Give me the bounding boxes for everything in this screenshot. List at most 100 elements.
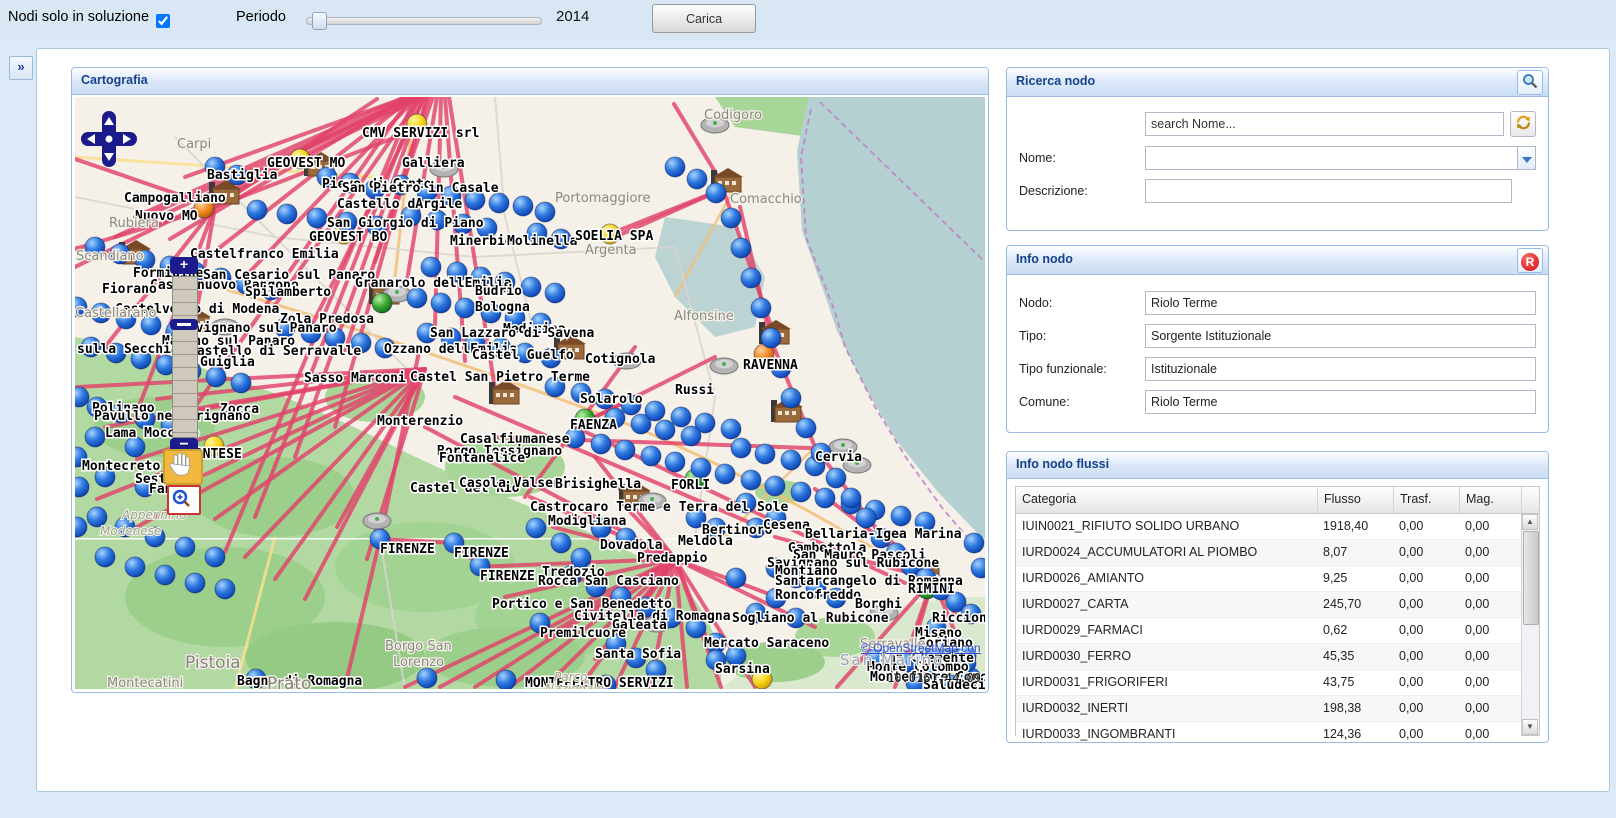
map-zoom-slider-track[interactable]	[172, 276, 198, 438]
map-node-marker[interactable]	[754, 443, 776, 465]
nodo-value-field[interactable]	[1145, 291, 1536, 315]
map-node-marker[interactable]	[371, 292, 393, 314]
map-node-marker[interactable]	[205, 366, 227, 388]
map-node-marker[interactable]	[204, 546, 226, 568]
map-node-marker[interactable]	[664, 156, 686, 178]
map-node-marker[interactable]	[630, 413, 652, 435]
flussi-table-row[interactable]: IUIN0021_RIFIUTO SOLIDO URBANO 1918,40 0,0…	[1016, 514, 1521, 540]
map-node-marker[interactable]	[750, 297, 772, 319]
map-node-marker[interactable]	[740, 267, 762, 289]
tipo-funzionale-value-field[interactable]	[1145, 357, 1536, 381]
plant-icon[interactable]	[709, 357, 739, 375]
column-header-flusso[interactable]: Flusso	[1318, 487, 1394, 513]
map-node-marker[interactable]	[614, 439, 636, 461]
map-node-marker[interactable]	[488, 192, 510, 214]
flussi-table-row[interactable]: IURD0029_FARMACI 0,62 0,00 0,00	[1016, 618, 1521, 644]
map-node-marker[interactable]	[764, 475, 786, 497]
map-node-marker[interactable]	[416, 667, 438, 689]
map-node-marker[interactable]	[855, 507, 877, 529]
map-node-marker[interactable]	[654, 419, 676, 441]
map-node-marker[interactable]	[306, 207, 328, 229]
map-node-marker[interactable]	[664, 451, 686, 473]
flussi-table-row[interactable]: IURD0024_ACCUMULATORI AL PIOMBO 8,07 0,00 0…	[1016, 540, 1521, 566]
map-node-marker[interactable]	[246, 199, 268, 221]
map-pan-hand-tool[interactable]	[163, 449, 203, 485]
map-node-marker[interactable]	[534, 201, 556, 223]
reset-node-button[interactable]: R	[1517, 248, 1543, 273]
map-node-marker[interactable]	[184, 572, 206, 594]
search-nome-input[interactable]	[1145, 112, 1504, 136]
column-header-categoria[interactable]: Categoria	[1016, 487, 1318, 513]
map-node-marker[interactable]	[690, 457, 712, 479]
map-node-marker[interactable]	[174, 536, 196, 558]
map-node-marker[interactable]	[590, 433, 612, 455]
map-node-marker[interactable]	[686, 168, 708, 190]
map-node-marker[interactable]	[406, 287, 428, 309]
map-node-marker[interactable]	[825, 467, 847, 489]
map-zoom-in-button[interactable]: +	[170, 257, 198, 274]
map-node-marker[interactable]	[454, 297, 476, 319]
flussi-table-row[interactable]: IURD0033_INGOMBRANTI 124,36 0,00 0,00	[1016, 722, 1521, 742]
map-node-marker[interactable]	[725, 567, 747, 589]
map-node-marker[interactable]	[720, 207, 742, 229]
nome-combo-trigger[interactable]	[1518, 146, 1536, 170]
map-node-marker[interactable]	[963, 532, 985, 554]
search-button[interactable]	[1517, 70, 1543, 95]
plant-icon[interactable]	[362, 512, 392, 530]
map-canvas[interactable]: CMV SERVIZI srl GEOVEST MO Galliera Bastigl…	[75, 97, 985, 689]
column-header-trasf[interactable]: Trasf.	[1394, 487, 1460, 513]
map-node-marker[interactable]	[730, 237, 752, 259]
map-node-marker[interactable]	[124, 556, 146, 578]
map-node-marker[interactable]	[795, 417, 817, 439]
map-node-marker[interactable]	[154, 564, 176, 586]
map-node-marker[interactable]	[705, 182, 727, 204]
map-node-marker[interactable]	[890, 505, 912, 527]
map-node-marker[interactable]	[214, 578, 236, 600]
map-node-marker[interactable]	[780, 387, 802, 409]
map-node-marker[interactable]	[520, 276, 542, 298]
map-node-marker[interactable]	[640, 445, 662, 467]
map-node-marker[interactable]	[512, 195, 534, 217]
map-node-marker[interactable]	[790, 481, 812, 503]
periodo-slider[interactable]	[306, 12, 542, 30]
map-node-marker[interactable]	[276, 203, 298, 225]
comune-value-field[interactable]	[1145, 390, 1536, 414]
map-node-marker[interactable]	[780, 449, 802, 471]
map-node-marker[interactable]	[714, 463, 736, 485]
map-node-marker[interactable]	[670, 406, 692, 428]
map-node-marker[interactable]	[544, 282, 566, 304]
map-node-marker[interactable]	[840, 487, 862, 509]
map-node-marker[interactable]	[760, 327, 782, 349]
column-header-mag[interactable]: Mag.	[1460, 487, 1522, 513]
map-pan-control[interactable]	[81, 111, 137, 167]
tipo-value-field[interactable]	[1145, 324, 1536, 348]
map-node-marker[interactable]	[680, 425, 702, 447]
flussi-table-row[interactable]: IURD0027_CARTA 245,70 0,00 0,00	[1016, 592, 1521, 618]
nodes-only-checkbox[interactable]	[156, 14, 170, 28]
map-zoom-box-tool[interactable]	[167, 485, 201, 515]
scrollbar-down-arrow[interactable]: ▼	[1522, 719, 1538, 735]
map-node-marker[interactable]	[740, 469, 762, 491]
flussi-table-row[interactable]: IURD0026_AMIANTO 9,25 0,00 0,00	[1016, 566, 1521, 592]
map-node-marker[interactable]	[525, 517, 547, 539]
map-node-marker[interactable]	[550, 532, 572, 554]
map-node-marker[interactable]	[94, 546, 116, 568]
nome-combobox[interactable]	[1145, 146, 1518, 170]
periodo-slider-thumb[interactable]	[312, 12, 327, 30]
map-node-marker[interactable]	[720, 418, 742, 440]
map-node-marker[interactable]	[420, 256, 442, 278]
map-node-marker[interactable]	[430, 292, 452, 314]
flussi-table-row[interactable]: IURD0030_FERRO 45,35 0,00 0,00	[1016, 644, 1521, 670]
flussi-scrollbar[interactable]: ▲ ▼	[1521, 514, 1539, 735]
map-viewport[interactable]: CMV SERVIZI srl GEOVEST MO Galliera Bastigl…	[75, 97, 985, 689]
flussi-table-row[interactable]: IURD0032_INERTI 198,38 0,00 0,00	[1016, 696, 1521, 722]
flussi-table-row[interactable]: IURD0031_FRIGORIFERI 43,75 0,00 0,00	[1016, 670, 1521, 696]
map-node-marker[interactable]	[84, 426, 106, 448]
descrizione-input[interactable]	[1145, 179, 1512, 203]
carica-button[interactable]: Carica	[652, 4, 756, 33]
map-attribution-link[interactable]: © OpenStreetMap contributors	[861, 641, 981, 655]
scrollbar-thumb[interactable]	[1523, 531, 1539, 625]
map-node-marker[interactable]	[730, 437, 752, 459]
map-zoom-slider-handle[interactable]	[170, 319, 198, 330]
map-node-marker[interactable]	[230, 372, 252, 394]
